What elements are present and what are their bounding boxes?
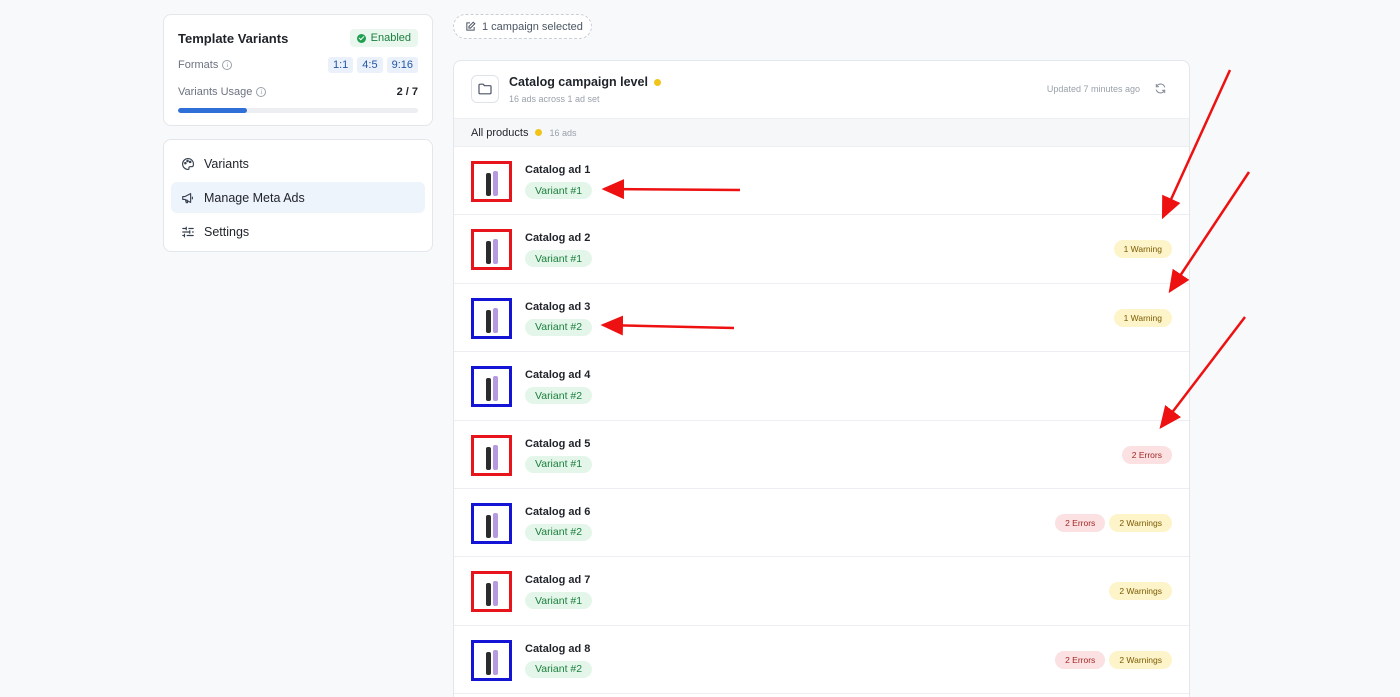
campaign-selection-pill[interactable]: 1 campaign selected: [453, 14, 592, 39]
ad-list: Catalog ad 1 Variant #1 Catalog ad 2 Varian…: [454, 147, 1189, 695]
status-area: 2 Warnings: [1109, 582, 1172, 601]
ad-row[interactable]: Catalog ad 1 Variant #1: [454, 147, 1189, 216]
nav-item-variants[interactable]: Variants: [171, 148, 425, 179]
ad-thumbnail: [471, 639, 512, 681]
sidebar-nav: Variants Manage Meta Ads Settings: [163, 139, 433, 252]
ad-row[interactable]: Catalog ad 7 Variant #1 2 Warnings: [454, 557, 1189, 626]
variant-badge: Variant #1: [525, 455, 593, 473]
refresh-icon[interactable]: [1154, 82, 1167, 95]
sliders-icon: [182, 226, 194, 237]
ad-name: Catalog ad 8: [525, 642, 591, 655]
edit-icon: [466, 21, 476, 31]
variants-usage-progress: [178, 108, 418, 113]
ad-name: Catalog ad 1: [525, 164, 591, 176]
status-dot: [653, 78, 661, 86]
folder-icon: [471, 75, 499, 103]
variants-usage-label: Variants Usage i: [178, 86, 267, 98]
info-icon[interactable]: i: [222, 60, 233, 70]
ad-group-header[interactable]: All products 16 ads: [454, 118, 1189, 147]
ad-row[interactable]: Catalog ad 8 Variant #2 2 Errors 2 Warnings: [454, 626, 1189, 695]
palette-icon: [182, 157, 194, 170]
variants-usage-value: 2 / 7: [396, 86, 418, 98]
ad-thumbnail: [471, 502, 512, 544]
error-badge[interactable]: 2 Errors: [1055, 650, 1106, 669]
variant-badge: Variant #2: [525, 387, 593, 405]
ad-thumbnail: [471, 161, 512, 202]
error-badge[interactable]: 2 Errors: [1055, 513, 1106, 532]
nav-item-settings[interactable]: Settings: [171, 216, 425, 247]
enabled-badge: Enabled: [349, 29, 418, 47]
variant-badge: Variant #1: [525, 592, 593, 610]
campaign-panel: Catalog campaign level 16 ads across 1 a…: [453, 60, 1190, 697]
variant-badge: Variant #2: [525, 660, 593, 678]
nav-item-label: Settings: [204, 224, 250, 239]
ad-thumbnail: [471, 297, 512, 339]
warning-badge[interactable]: 2 Warnings: [1109, 650, 1172, 669]
format-chip-4x5: 4:5: [357, 57, 383, 73]
formats-label: Formats i: [178, 59, 233, 71]
variant-badge: Variant #1: [525, 250, 593, 268]
variant-badge: Variant #2: [525, 523, 593, 541]
ad-group-name: All products: [471, 126, 529, 139]
ad-group-count: 16 ads: [549, 127, 577, 138]
variants-usage-progress-fill: [178, 108, 247, 113]
ad-name: Catalog ad 2: [525, 232, 591, 245]
status-area: 2 Errors: [1121, 445, 1172, 464]
status-area: 2 Errors 2 Warnings: [1055, 513, 1172, 532]
status-area: 1 Warning: [1113, 240, 1172, 259]
ad-row[interactable]: Catalog ad 5 Variant #1 2 Errors: [454, 421, 1189, 489]
ad-name: Catalog ad 4: [525, 369, 591, 382]
ad-row[interactable]: Catalog ad 6 Variant #2 2 Errors 2 Warnings: [454, 489, 1189, 558]
warning-badge[interactable]: 1 Warning: [1113, 308, 1172, 327]
campaign-subtitle: 16 ads across 1 ad set: [509, 94, 600, 104]
format-chip-9x16: 9:16: [386, 57, 418, 73]
ad-name: Catalog ad 3: [525, 300, 591, 313]
format-chip-1x1: 1:1: [327, 57, 354, 73]
ad-row[interactable]: Catalog ad 4 Variant #2: [454, 352, 1189, 421]
nav-item-label: Manage Meta Ads: [204, 190, 305, 205]
ad-name: Catalog ad 7: [525, 574, 591, 587]
ad-name: Catalog ad 6: [525, 505, 591, 518]
campaign-selection-label: 1 campaign selected: [482, 20, 583, 33]
enabled-label: Enabled: [370, 32, 411, 44]
campaign-header: Catalog campaign level 16 ads across 1 a…: [454, 61, 1189, 118]
format-list: 1:1 4:5 9:16: [327, 57, 418, 73]
warning-badge[interactable]: 2 Warnings: [1109, 513, 1172, 532]
ad-thumbnail: [471, 571, 512, 613]
error-badge[interactable]: 2 Errors: [1121, 445, 1172, 464]
warning-badge[interactable]: 1 Warning: [1113, 240, 1172, 259]
ad-thumbnail: [471, 366, 512, 408]
status-area: 2 Errors 2 Warnings: [1055, 650, 1172, 669]
ad-row[interactable]: Catalog ad 2 Variant #1 1 Warning: [454, 215, 1189, 284]
info-icon[interactable]: i: [256, 87, 267, 97]
template-variants-title: Template Variants: [178, 30, 289, 46]
variant-badge: Variant #1: [525, 182, 593, 199]
variant-badge: Variant #2: [525, 318, 593, 336]
last-updated-text: Updated 7 minutes ago: [1046, 84, 1140, 94]
ad-name: Catalog ad 5: [525, 437, 591, 450]
template-variants-card: Template Variants Enabled Formats i 1:1 …: [163, 14, 433, 126]
warning-badge[interactable]: 2 Warnings: [1109, 582, 1172, 601]
status-dot: [535, 129, 543, 136]
ad-thumbnail: [471, 434, 512, 476]
nav-item-label: Variants: [204, 156, 249, 171]
megaphone-icon: [182, 192, 193, 203]
ad-row[interactable]: Catalog ad 3 Variant #2 1 Warning: [454, 284, 1189, 353]
ad-thumbnail: [471, 229, 512, 271]
check-circle-icon: [356, 33, 366, 43]
status-area: 1 Warning: [1113, 308, 1172, 327]
campaign-title[interactable]: Catalog campaign level: [509, 75, 661, 89]
nav-item-manage-meta-ads[interactable]: Manage Meta Ads: [171, 182, 425, 213]
